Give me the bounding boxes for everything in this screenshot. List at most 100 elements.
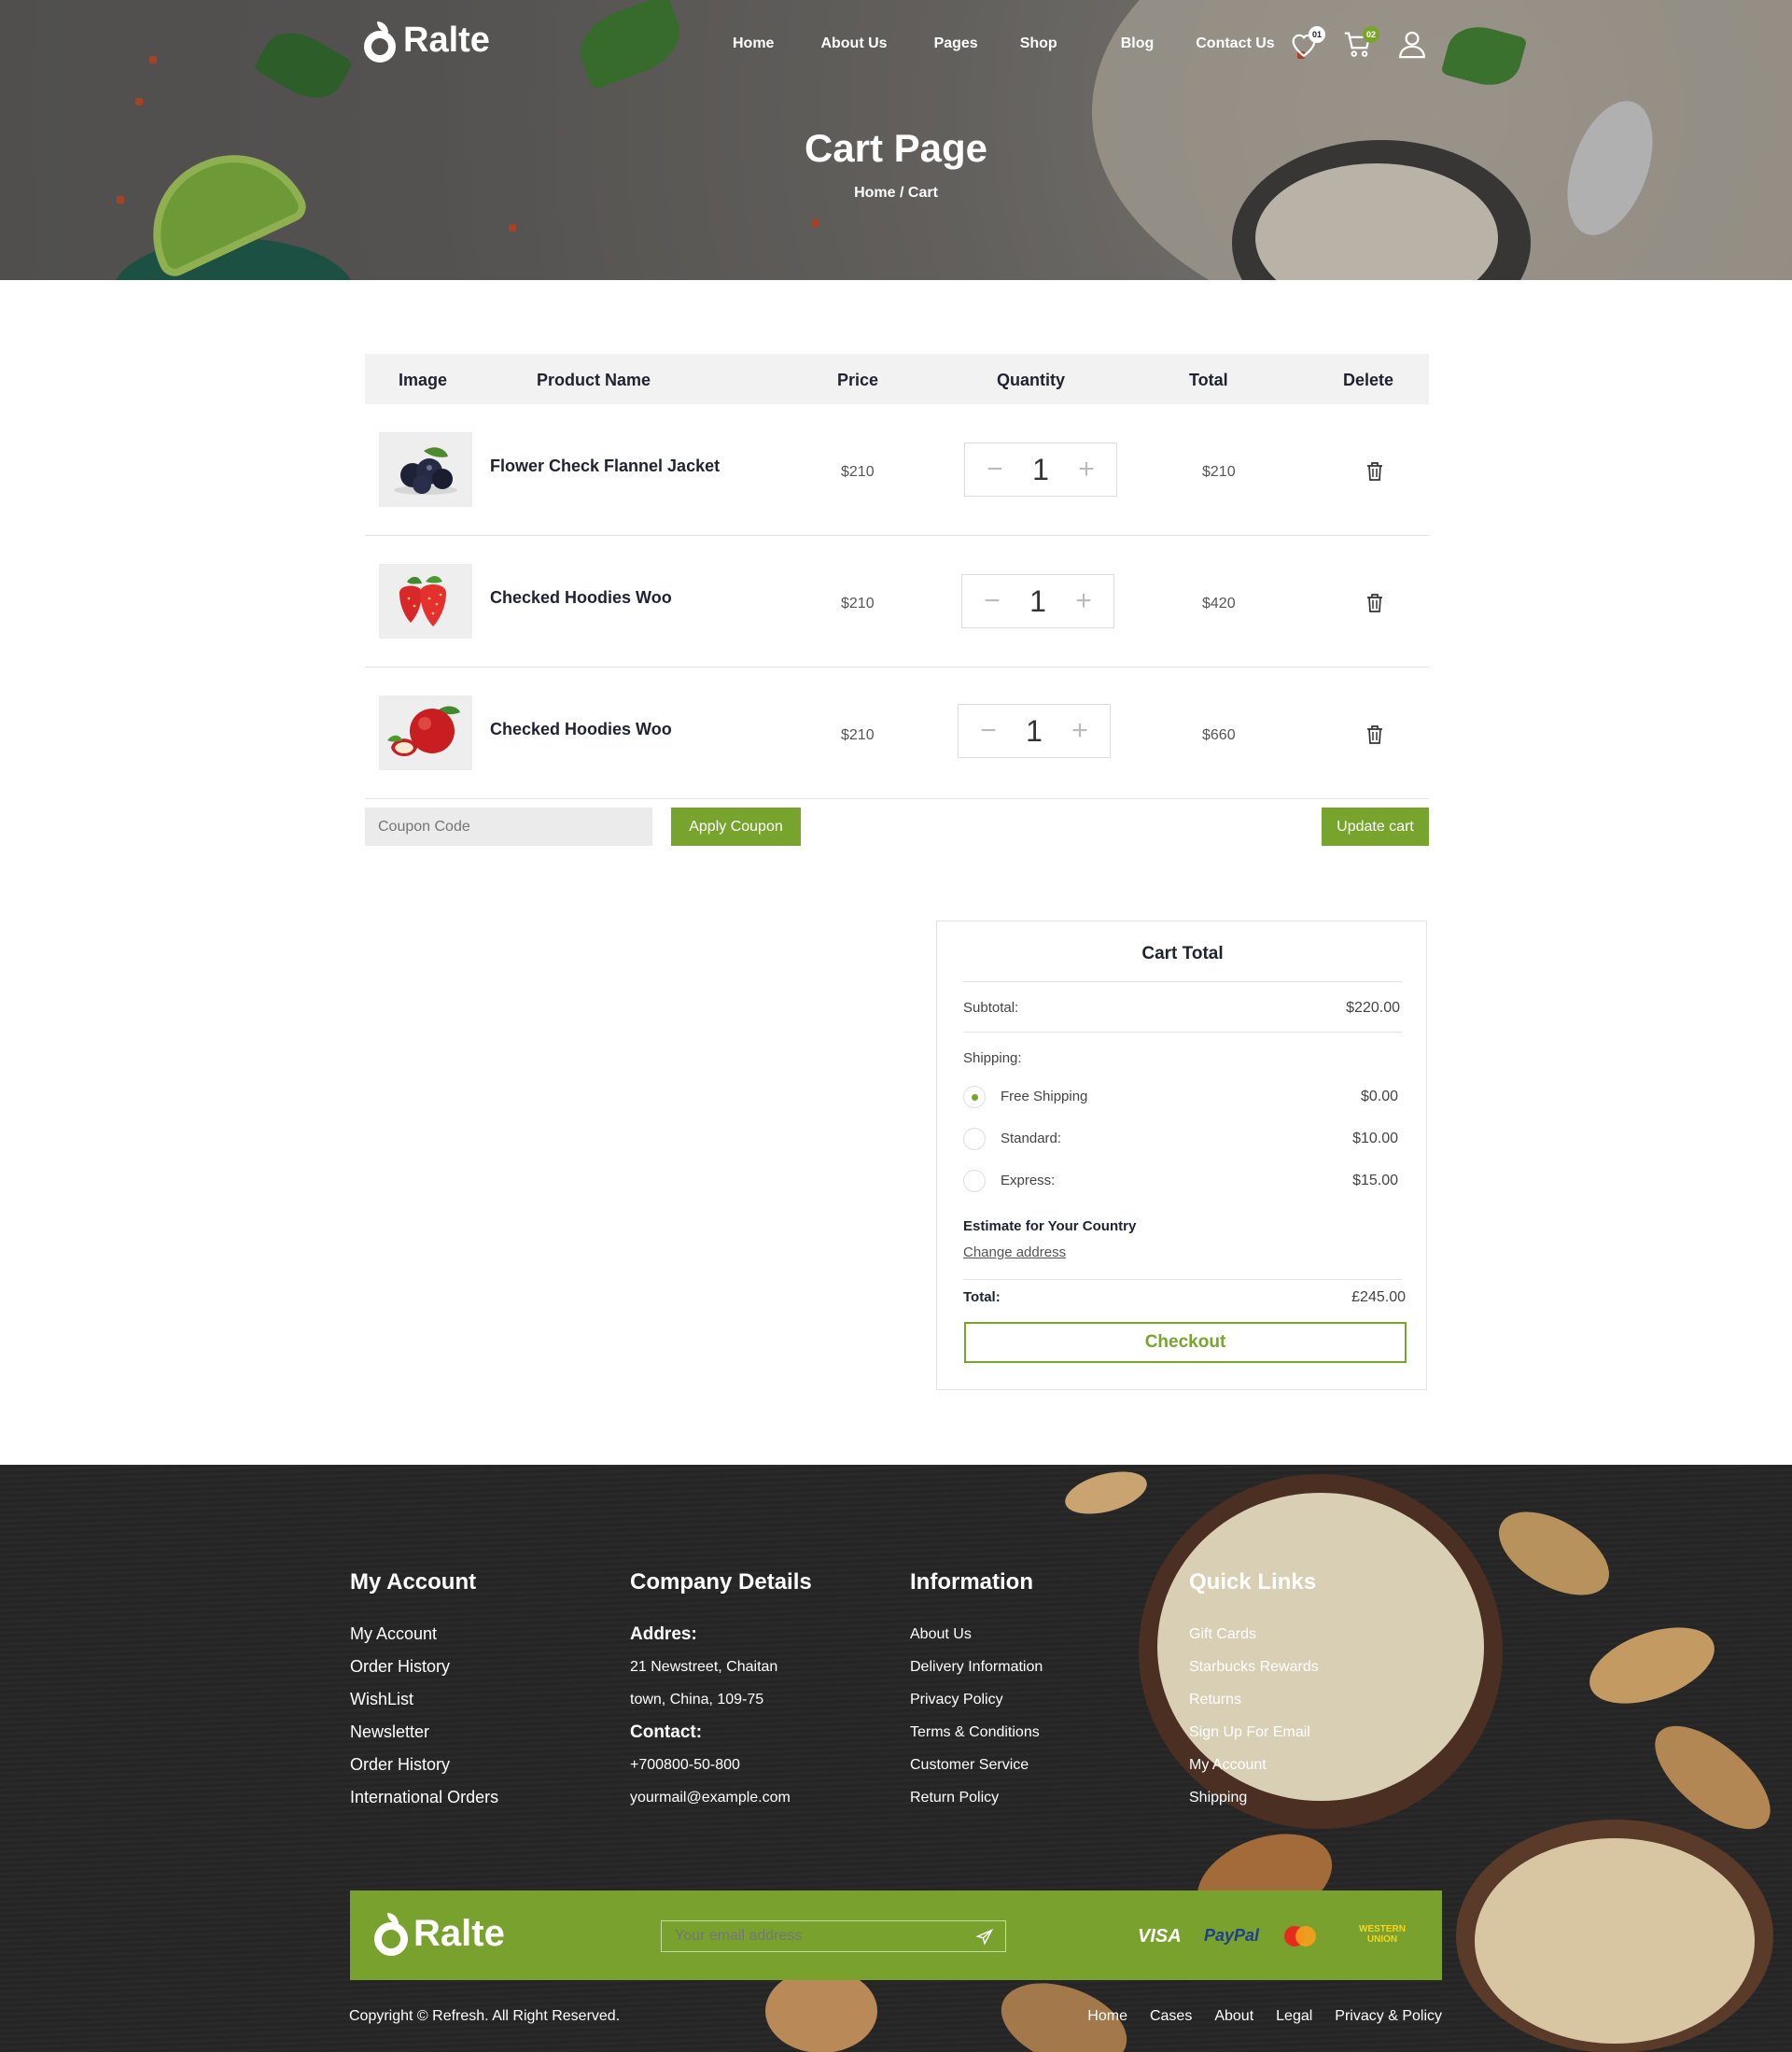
product-image[interactable] (379, 696, 472, 770)
subtotal-value: $220.00 (1346, 1000, 1400, 1016)
footer-link[interactable]: Shipping (1189, 1781, 1319, 1814)
footer-link[interactable]: Sign Up For Email (1189, 1716, 1319, 1749)
shipping-option-label[interactable]: Express: (1001, 1173, 1055, 1188)
qty-value[interactable]: 1 (1029, 584, 1046, 619)
product-image[interactable] (379, 564, 472, 639)
footer-link[interactable]: Return Policy (910, 1781, 1043, 1814)
nav-pages[interactable]: Pages (934, 35, 978, 52)
footer-link[interactable]: Newsletter (350, 1716, 498, 1749)
col-price: Price (837, 371, 879, 389)
brand-logo[interactable]: Ralte (364, 21, 490, 63)
qty-increase-button[interactable]: + (1068, 454, 1105, 485)
trash-icon[interactable] (1364, 592, 1386, 614)
coupon-input[interactable] (365, 808, 652, 846)
email-link[interactable]: yourmail@example.com (630, 1781, 812, 1814)
footer-link[interactable]: Delivery Information (910, 1651, 1043, 1683)
footer-link[interactable]: Order History (350, 1749, 498, 1781)
apples-icon (387, 706, 460, 756)
quantity-stepper: − 1 + (961, 574, 1114, 628)
paypal-logo: PayPal (1204, 1926, 1260, 1945)
qty-value[interactable]: 1 (1032, 453, 1049, 487)
cart-table-header: Image Product Name Price Quantity Total … (365, 354, 1429, 404)
footer-heading: My Account (350, 1569, 477, 1595)
product-name[interactable]: Flower Check Flannel Jacket (490, 457, 720, 476)
nav-blog[interactable]: Blog (1121, 35, 1155, 52)
footer-link[interactable]: Starbucks Rewards (1189, 1651, 1319, 1683)
col-quantity: Quantity (997, 371, 1066, 389)
divider (963, 981, 1402, 982)
copyright-text: Copyright © Refresh. All Right Reserved. (349, 2008, 621, 2024)
phone-link[interactable]: +700800-50-800 (630, 1749, 812, 1781)
quantity-stepper: − 1 + (964, 443, 1117, 497)
shipping-option-label[interactable]: Standard: (1001, 1131, 1061, 1146)
divider (963, 1032, 1402, 1033)
product-name[interactable]: Checked Hoodies Woo (490, 720, 672, 739)
footer-my-account: My Account My Account Order History Wish… (350, 1569, 498, 1814)
footer-link[interactable]: International Orders (350, 1781, 498, 1814)
nav-about[interactable]: About Us (820, 35, 887, 52)
footer-information: Information About Us Delivery Informatio… (910, 1569, 1043, 1814)
row-total: $210 (1202, 464, 1236, 480)
footer-link[interactable]: Returns (1189, 1683, 1319, 1716)
qty-value[interactable]: 1 (1026, 714, 1043, 749)
qty-increase-button[interactable]: + (1065, 585, 1102, 617)
cart-total-title: Cart Total (1141, 944, 1224, 963)
divider (963, 1279, 1402, 1280)
total-label: Total: (963, 1289, 1001, 1305)
footer-link[interactable]: Gift Cards (1189, 1618, 1319, 1651)
qty-increase-button[interactable]: + (1061, 715, 1099, 747)
wishlist-button[interactable]: 01 (1288, 26, 1325, 62)
col-total: Total (1189, 371, 1228, 389)
bottom-link-cases[interactable]: Cases (1150, 2008, 1192, 2025)
update-cart-button[interactable]: Update cart (1322, 808, 1429, 846)
shipping-standard-radio[interactable] (963, 1128, 986, 1150)
product-name[interactable]: Checked Hoodies Woo (490, 588, 672, 608)
user-icon (1399, 31, 1425, 59)
footer-link[interactable]: My Account (1189, 1749, 1319, 1781)
header-icons: 01 02 (1288, 26, 1430, 62)
footer-logo[interactable]: Ralte (374, 1912, 505, 1956)
product-image[interactable] (379, 432, 472, 507)
checkout-button[interactable]: Checkout (964, 1322, 1407, 1363)
footer-quick-links: Quick Links Gift Cards Starbucks Rewards… (1189, 1569, 1319, 1814)
nav-shop[interactable]: Shop (1020, 35, 1057, 52)
qty-decrease-button[interactable]: − (973, 585, 1011, 617)
footer-link[interactable]: My Account (350, 1618, 498, 1651)
footer-link[interactable]: About Us (910, 1618, 1043, 1651)
trash-icon[interactable] (1364, 724, 1386, 746)
send-icon[interactable] (975, 1928, 994, 1947)
col-product-name: Product Name (537, 371, 651, 389)
nav-home[interactable]: Home (733, 35, 774, 52)
shipping-option-price: $10.00 (1352, 1131, 1398, 1146)
address-line: town, China, 109-75 (630, 1692, 764, 1708)
newsletter-email-input[interactable] (661, 1920, 1006, 1952)
shipping-option-label[interactable]: Free Shipping (1001, 1089, 1087, 1104)
cart-row: Flower Check Flannel Jacket $210 − 1 + $… (365, 404, 1429, 536)
qty-decrease-button[interactable]: − (970, 715, 1007, 747)
shipping-free-radio[interactable] (963, 1086, 986, 1108)
footer-link[interactable]: Order History (350, 1651, 498, 1683)
total-value: £245.00 (1351, 1289, 1406, 1305)
footer-link[interactable]: Privacy Policy (910, 1683, 1043, 1716)
cart-button[interactable]: 02 (1342, 26, 1379, 62)
apply-coupon-button[interactable]: Apply Coupon (671, 808, 801, 846)
bottom-link-about[interactable]: About (1214, 2008, 1253, 2025)
col-delete: Delete (1343, 371, 1394, 389)
address-line: 21 Newstreet, Chaitan (630, 1659, 778, 1675)
site-header: Ralte Home About Us Pages Shop Blog Cont… (0, 0, 1792, 93)
change-address-link[interactable]: Change address (963, 1244, 1066, 1260)
bottom-link-legal[interactable]: Legal (1276, 2008, 1312, 2025)
account-button[interactable] (1396, 28, 1430, 62)
footer-link[interactable]: WishList (350, 1683, 498, 1716)
footer-link[interactable]: Terms & Conditions (910, 1716, 1043, 1749)
trash-icon[interactable] (1364, 460, 1386, 483)
product-price: $210 (841, 727, 875, 743)
shipping-express-radio[interactable] (963, 1170, 986, 1192)
qty-decrease-button[interactable]: − (976, 454, 1014, 485)
bottom-link-home[interactable]: Home (1087, 2008, 1127, 2025)
bottom-link-privacy[interactable]: Privacy & Policy (1335, 2008, 1442, 2025)
breadcrumb[interactable]: Home / Cart (0, 185, 1792, 202)
footer-link[interactable]: Customer Service (910, 1749, 1043, 1781)
product-price: $210 (841, 464, 875, 480)
nav-contact[interactable]: Contact Us (1196, 35, 1274, 52)
